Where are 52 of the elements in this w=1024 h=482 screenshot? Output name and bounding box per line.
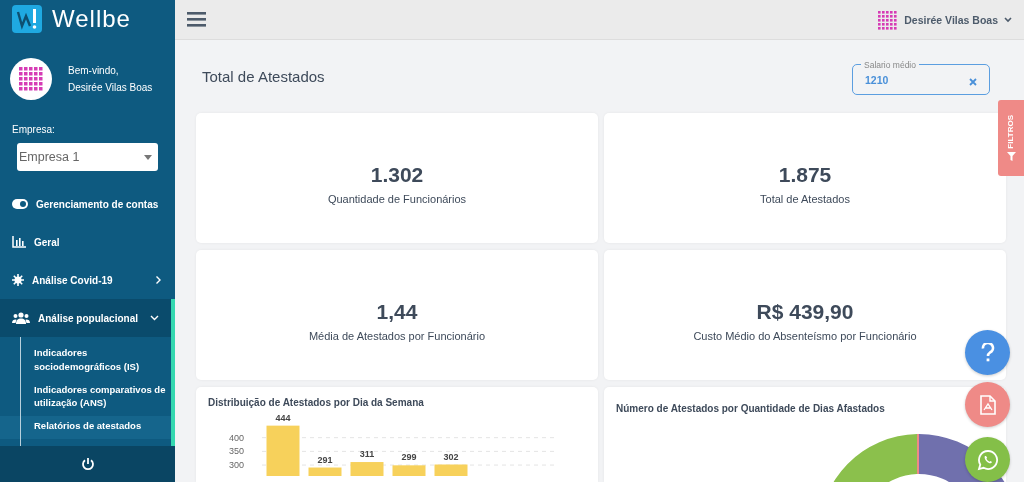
toggle-icon [12, 199, 28, 209]
bar [392, 465, 426, 476]
phone-chat-icon [976, 448, 999, 471]
bar-value-label: 311 [359, 449, 375, 460]
stat-value: 1,44 [376, 300, 418, 324]
clear-icon[interactable] [969, 77, 977, 86]
bar [434, 464, 468, 476]
stat-value: 1.302 [370, 163, 424, 187]
menu-item[interactable]: Gerenciamento de contas [0, 185, 175, 223]
user-menu[interactable]: Desirée Vilas Boas [904, 13, 998, 26]
chart-title: Distribuição de Atestados por Dia da Semana [208, 397, 424, 408]
user-name: Desirée Vilas Boas [68, 82, 153, 93]
logo-icon [12, 5, 42, 33]
bar-value-label: 302 [443, 451, 459, 462]
bar [350, 462, 384, 476]
avatar-icon [10, 58, 52, 100]
axis-tick-label: 300 [228, 460, 244, 471]
users-icon [12, 312, 30, 324]
stat-value: 1.875 [778, 163, 832, 187]
axis-tick-label: 350 [228, 446, 244, 457]
stat-label: Total de Atestados [760, 193, 850, 205]
bar-value-label: 291 [317, 454, 333, 465]
company-label: Empresa: [11, 123, 56, 137]
bar [266, 425, 300, 476]
bar-chart-icon [12, 236, 26, 248]
question-icon [980, 342, 995, 363]
chart-title: Número de Atestados por Quantidade de Dias Afastados [616, 403, 885, 414]
avatar-icon [876, 8, 899, 31]
menu-item[interactable]: Análise Covid-19 [0, 261, 175, 299]
page-title: Total de Atestados [202, 68, 325, 85]
menu-item[interactable]: Análise populacional [0, 299, 175, 337]
filter-icon [1006, 152, 1016, 162]
stat-label: Custo Médio do Absenteísmo por Funcionário [693, 330, 917, 342]
menu-icon[interactable] [187, 12, 206, 27]
menu-item[interactable]: Geral [0, 223, 175, 261]
welcome-text: Bem-vindo, [68, 65, 120, 76]
bar-value-label: 299 [401, 452, 417, 463]
stat-value: R$ 439,90 [756, 300, 854, 324]
power-icon[interactable] [80, 457, 95, 471]
stat-label: Média de Atestados por Funcionário [308, 330, 486, 342]
submenu-item[interactable]: Indicadores sociodemográficos (IS) [34, 343, 171, 380]
pdf-file-icon [979, 394, 996, 415]
axis-tick-label: 400 [228, 432, 244, 443]
company-select[interactable]: Empresa 1 [17, 143, 158, 171]
submenu-item[interactable]: Indicadores comparativos de utilização (ANS) [34, 379, 171, 417]
submenu-item[interactable]: Relatórios de atestados [0, 416, 171, 439]
bar [308, 467, 342, 476]
chevron-icon [1004, 16, 1012, 23]
stat-label: Quantidade de Funcionários [327, 193, 467, 205]
bar-value-label: 444 [275, 412, 291, 423]
gear-icon [12, 274, 24, 286]
brand-name: Wellbe [52, 5, 131, 33]
